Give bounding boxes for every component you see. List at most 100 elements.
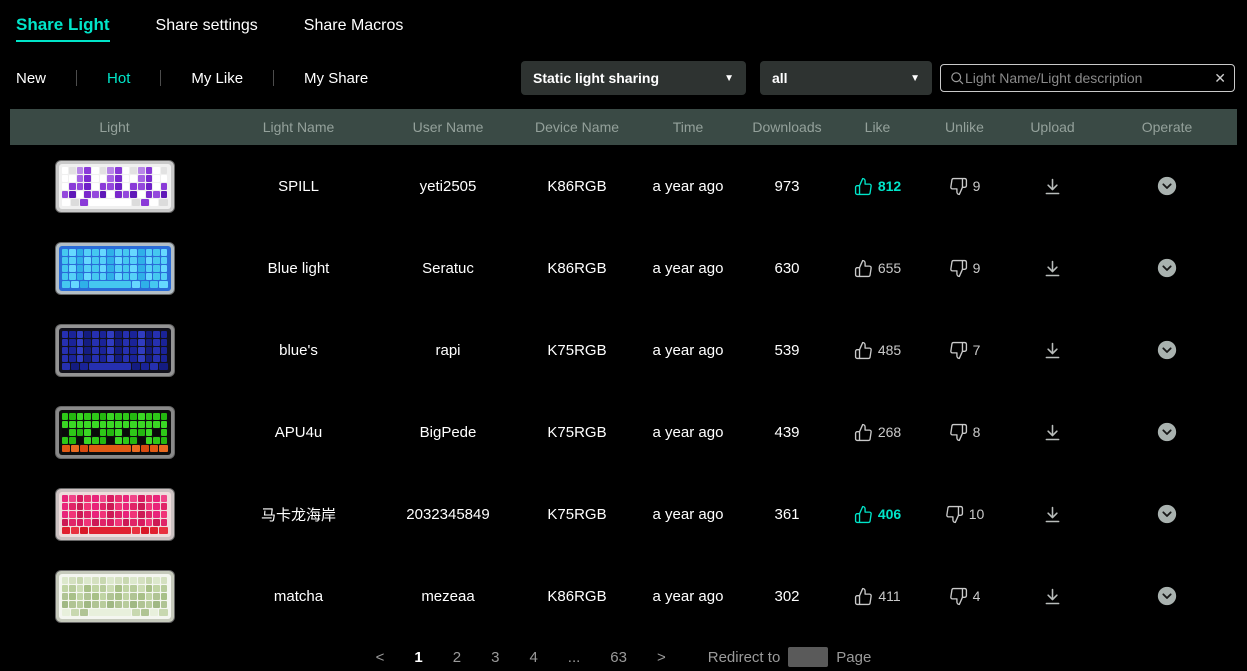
device-value: all	[772, 70, 788, 86]
download-button[interactable]	[1008, 586, 1097, 607]
share-light-table: Light Light Name User Name Device Name T…	[10, 109, 1237, 637]
downloads-count: 630	[774, 259, 800, 277]
time: a year ago	[652, 341, 724, 359]
thumbs-down-icon	[949, 423, 967, 441]
like-cell[interactable]: 485	[834, 341, 921, 360]
chevron-circle-icon	[1157, 504, 1177, 524]
prev-page-button[interactable]: <	[376, 649, 385, 666]
downloads-count: 439	[774, 423, 800, 441]
download-icon	[1045, 260, 1060, 276]
time: a year ago	[652, 505, 724, 523]
chevron-circle-icon	[1157, 586, 1177, 606]
keyboard-thumbnail[interactable]	[10, 406, 219, 458]
time: a year ago	[652, 259, 724, 277]
light-type-dropdown[interactable]: Static light sharing ▼	[521, 61, 746, 95]
col-operate: Operate	[1141, 119, 1193, 135]
download-button[interactable]	[1008, 422, 1097, 443]
time: a year ago	[652, 587, 724, 605]
filter-my-like[interactable]: My Like	[191, 70, 243, 87]
unlike-count: 4	[972, 588, 981, 604]
filter-hot[interactable]: Hot	[107, 70, 130, 87]
like-count: 812	[877, 178, 902, 194]
next-page-button[interactable]: >	[657, 649, 666, 666]
download-button[interactable]	[1008, 340, 1097, 361]
thumbs-down-icon	[949, 341, 967, 359]
download-button[interactable]	[1008, 504, 1097, 525]
light-name: matcha	[273, 587, 324, 605]
device-name: K86RGB	[547, 587, 607, 605]
thumbs-up-icon	[855, 587, 873, 605]
top-nav: Share Light Share settings Share Macros	[0, 0, 1247, 51]
keyboard-thumbnail[interactable]	[10, 324, 219, 376]
light-name: blue's	[279, 341, 318, 359]
unlike-cell[interactable]: 7	[921, 341, 1008, 360]
unlike-cell[interactable]: 8	[921, 423, 1008, 442]
keyboard-thumbnail[interactable]	[10, 160, 219, 212]
unlike-count: 9	[972, 178, 981, 194]
like-cell[interactable]: 406	[834, 505, 921, 524]
download-button[interactable]	[1008, 258, 1097, 279]
time: a year ago	[652, 177, 724, 195]
like-count: 268	[877, 424, 902, 440]
operate-button[interactable]	[1097, 585, 1237, 607]
like-count: 411	[878, 588, 901, 604]
page-4[interactable]: 4	[529, 649, 537, 666]
thumbs-down-icon	[949, 177, 967, 195]
chevron-down-icon: ▼	[910, 72, 920, 84]
light-name: 马卡龙海岸	[260, 506, 336, 524]
filter-my-share[interactable]: My Share	[304, 70, 368, 87]
redirect-page-input[interactable]	[788, 647, 829, 667]
device-name: K75RGB	[547, 505, 607, 523]
page-3[interactable]: 3	[491, 649, 499, 666]
like-cell[interactable]: 812	[834, 177, 921, 196]
redirect-group: Redirect to Page	[708, 647, 871, 667]
table-row: Blue light Seratuc K86RGB a year ago 630…	[10, 227, 1237, 309]
search-input[interactable]	[965, 70, 1209, 86]
unlike-cell[interactable]: 9	[921, 259, 1008, 278]
like-cell[interactable]: 655	[834, 259, 921, 278]
tab-share-macros[interactable]: Share Macros	[304, 17, 404, 35]
col-time: Time	[672, 119, 704, 135]
thumbs-up-icon	[854, 341, 872, 359]
page-63[interactable]: 63	[610, 649, 627, 666]
operate-button[interactable]	[1097, 421, 1237, 443]
table-row: SPILL yeti2505 K86RGB a year ago 973 812…	[10, 145, 1237, 227]
operate-button[interactable]	[1097, 175, 1237, 197]
unlike-cell[interactable]: 10	[921, 505, 1008, 524]
page-ellipsis: ...	[567, 648, 581, 666]
download-button[interactable]	[1008, 176, 1097, 197]
col-light-name: Light Name	[262, 119, 335, 135]
thumbs-down-icon	[945, 505, 963, 523]
clear-search-icon[interactable]: ✕	[1208, 70, 1226, 87]
like-cell[interactable]: 411	[834, 587, 921, 606]
tab-share-light[interactable]: Share Light	[16, 15, 110, 42]
user-name: Seratuc	[422, 259, 474, 277]
col-upload: Upload	[1030, 119, 1075, 135]
like-count: 485	[877, 342, 902, 358]
tab-share-settings[interactable]: Share settings	[156, 17, 258, 35]
filter-new[interactable]: New	[16, 70, 46, 87]
table-row: blue's rapi K75RGB a year ago 539 485 7	[10, 309, 1237, 391]
unlike-cell[interactable]: 9	[921, 177, 1008, 196]
download-icon	[1045, 342, 1060, 358]
unlike-count: 7	[972, 342, 981, 358]
device-name: K75RGB	[547, 341, 607, 359]
unlike-cell[interactable]: 4	[921, 587, 1008, 606]
operate-button[interactable]	[1097, 257, 1237, 279]
download-icon	[1045, 506, 1060, 522]
search-box: ✕	[940, 64, 1235, 92]
operate-button[interactable]	[1097, 503, 1237, 525]
page-2[interactable]: 2	[453, 649, 461, 666]
keyboard-thumbnail[interactable]	[10, 242, 219, 294]
col-unlike: Unlike	[945, 119, 984, 135]
keyboard-thumbnail[interactable]	[10, 570, 219, 622]
search-icon	[951, 72, 964, 85]
operate-button[interactable]	[1097, 339, 1237, 361]
like-cell[interactable]: 268	[834, 423, 921, 442]
device-dropdown[interactable]: all ▼	[760, 61, 932, 95]
thumbs-up-icon	[854, 505, 872, 523]
keyboard-thumbnail[interactable]	[10, 488, 219, 540]
device-name: K86RGB	[547, 259, 607, 277]
page-1[interactable]: 1	[414, 649, 422, 666]
device-name: K75RGB	[547, 423, 607, 441]
